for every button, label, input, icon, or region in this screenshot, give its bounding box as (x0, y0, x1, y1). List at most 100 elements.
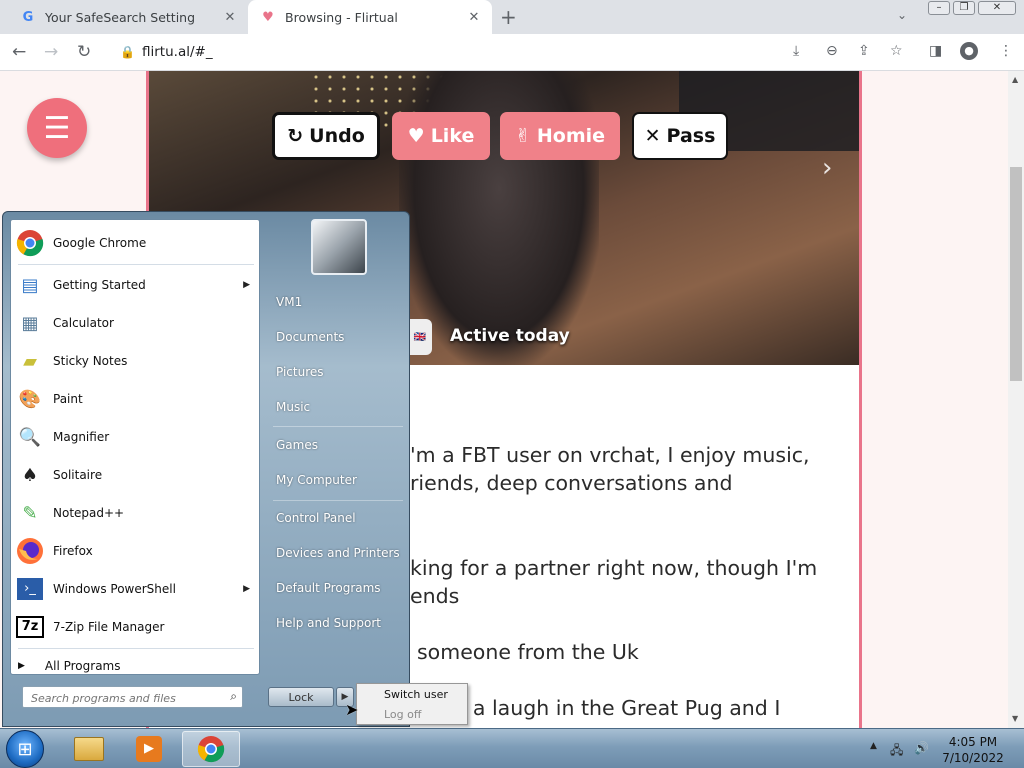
getting-started-icon: ▤ (21, 274, 39, 296)
program-7zip[interactable]: 7z 7-Zip File Manager (13, 609, 258, 645)
program-sticky-notes[interactable]: ▰ Sticky Notes (13, 343, 258, 379)
paint-icon: 🎨 (18, 388, 42, 410)
program-notepadpp[interactable]: ✎ Notepad++ (13, 495, 258, 531)
start-search-input[interactable] (23, 688, 213, 709)
homie-button[interactable]: ✌ Homie (500, 112, 620, 160)
menu-kebab-icon[interactable]: ⋮ (999, 43, 1013, 59)
hamburger-menu-icon[interactable]: ☰ (27, 98, 87, 158)
place-control-panel[interactable]: Control Panel (276, 511, 356, 525)
sticky-notes-icon: ▰ (23, 350, 37, 372)
program-google-chrome[interactable]: Google Chrome (13, 225, 258, 261)
pass-button[interactable]: ✕ Pass (632, 112, 728, 160)
like-button[interactable]: ♥ Like (392, 112, 490, 160)
submenu-arrow-icon: ▶ (243, 584, 250, 594)
homie-label: Homie (536, 125, 606, 147)
bookmark-star-icon[interactable]: ☆ (890, 43, 903, 59)
back-icon[interactable]: ← (12, 42, 26, 62)
program-label: Solitaire (53, 468, 103, 482)
place-default-programs[interactable]: Default Programs (276, 581, 381, 595)
start-menu-programs-pane: Google Chrome ▤ Getting Started ▶ ▦ Calc… (10, 219, 260, 675)
minimize-icon[interactable]: – (928, 1, 950, 15)
place-user-folder[interactable]: VM1 (276, 295, 302, 309)
lock-button[interactable]: Lock (268, 687, 334, 707)
place-documents[interactable]: Documents (276, 330, 344, 344)
zoom-icon[interactable]: ⊖ (826, 43, 838, 59)
switch-user-item[interactable]: Switch user (384, 688, 448, 701)
tab-close-icon[interactable]: ✕ (222, 10, 238, 25)
next-photo-icon[interactable]: › (822, 153, 832, 183)
like-label: Like (430, 125, 475, 147)
tab-flirtual[interactable]: ♥ Browsing - Flirtual ✕ (248, 0, 492, 34)
tab-title: Browsing - Flirtual (285, 9, 398, 25)
taskbar-chrome-icon[interactable] (182, 731, 240, 767)
tab-title: Your SafeSearch Setting (45, 9, 196, 25)
url-text[interactable]: flirtu.al/#_ (142, 44, 213, 60)
all-programs-button[interactable]: ▶ All Programs (18, 656, 121, 676)
clock-time: 4:05 PM (948, 735, 998, 749)
tab-bar: G Your SafeSearch Setting ✕ ♥ Browsing -… (0, 0, 1024, 34)
restore-icon[interactable]: ❐ (953, 1, 975, 15)
address-bar[interactable]: 🔒 flirtu.al/#_ (112, 38, 922, 67)
search-icon[interactable]: ⌕ (230, 689, 237, 704)
calculator-icon: ▦ (21, 312, 39, 334)
browser-toolbar: ← → ↻ 🔒 flirtu.al/#_ ⤓ ⊖ ⇪ ☆ ◨ ● ⋮ (0, 34, 1024, 71)
tab-safesearch[interactable]: G Your SafeSearch Setting ✕ (0, 0, 248, 34)
forward-icon[interactable]: → (44, 42, 58, 62)
tray-overflow-icon[interactable]: ▲ (870, 741, 877, 751)
log-off-item[interactable]: Log off (384, 708, 421, 721)
taskbar-clock[interactable]: 4:05 PM 7/10/2022 (928, 734, 1018, 766)
divider (273, 426, 403, 427)
network-icon[interactable]: 🖧 (890, 741, 903, 762)
scrollbar-thumb[interactable] (1010, 167, 1022, 381)
undo-label: Undo (309, 125, 365, 147)
taskbar-media-player-icon[interactable]: ▶ (120, 731, 178, 767)
undo-button[interactable]: ↻ Undo (272, 112, 380, 160)
side-panel-icon[interactable]: ◨ (929, 43, 942, 59)
program-magnifier[interactable]: 🔍 Magnifier (13, 419, 258, 455)
reload-icon[interactable]: ↻ (77, 42, 91, 62)
tab-close-icon[interactable]: ✕ (466, 10, 482, 25)
taskbar-explorer-icon[interactable] (60, 731, 118, 767)
program-paint[interactable]: 🎨 Paint (13, 381, 258, 417)
place-my-computer[interactable]: My Computer (276, 473, 357, 487)
start-search-box[interactable]: ⌕ (22, 686, 243, 709)
divider (18, 264, 254, 265)
bio-line: 'm a FBT user on vrchat, I enjoy music, (410, 443, 810, 467)
start-orb-icon[interactable]: ⊞ (6, 730, 44, 768)
user-picture[interactable] (311, 219, 367, 275)
program-label: Google Chrome (53, 236, 147, 250)
scroll-down-icon[interactable]: ▼ (1012, 714, 1018, 723)
program-label: Paint (53, 392, 83, 406)
chrome-icon (15, 228, 45, 258)
place-games[interactable]: Games (276, 438, 318, 452)
place-pictures[interactable]: Pictures (276, 365, 324, 379)
profile-avatar-icon[interactable]: ● (960, 42, 978, 60)
pass-label: Pass (666, 125, 716, 147)
lock-icon[interactable]: 🔒 (120, 45, 135, 59)
program-label: Sticky Notes (53, 354, 128, 368)
bio-line: riends, deep conversations and (410, 471, 733, 495)
program-solitaire[interactable]: ♠ Solitaire (13, 457, 258, 493)
scroll-up-icon[interactable]: ▲ (1012, 75, 1018, 84)
place-music[interactable]: Music (276, 400, 310, 414)
program-calculator[interactable]: ▦ Calculator (13, 305, 258, 341)
window-close-icon[interactable]: ✕ (978, 1, 1016, 15)
new-tab-icon[interactable]: + (500, 5, 517, 29)
page-scrollbar[interactable]: ▲ ▼ (1008, 71, 1024, 728)
divider (18, 648, 254, 649)
place-help-support[interactable]: Help and Support (276, 616, 381, 630)
peace-hand-icon: ✌ (514, 125, 531, 147)
firefox-icon (15, 536, 45, 566)
power-submenu: Switch user Log off (356, 683, 468, 725)
program-firefox[interactable]: Firefox (13, 533, 258, 569)
volume-icon[interactable]: 🔊 (914, 741, 929, 755)
all-programs-label: All Programs (44, 659, 121, 673)
install-icon[interactable]: ⤓ (793, 43, 799, 59)
magnifier-icon: 🔍 (18, 426, 42, 448)
program-getting-started[interactable]: ▤ Getting Started ▶ (13, 267, 258, 303)
tab-search-chevron-icon[interactable]: ⌄ (897, 8, 907, 22)
place-devices-printers[interactable]: Devices and Printers (276, 546, 400, 560)
program-powershell[interactable]: ›_ Windows PowerShell ▶ (13, 571, 258, 607)
program-label: Calculator (53, 316, 114, 330)
share-icon[interactable]: ⇪ (858, 43, 870, 59)
